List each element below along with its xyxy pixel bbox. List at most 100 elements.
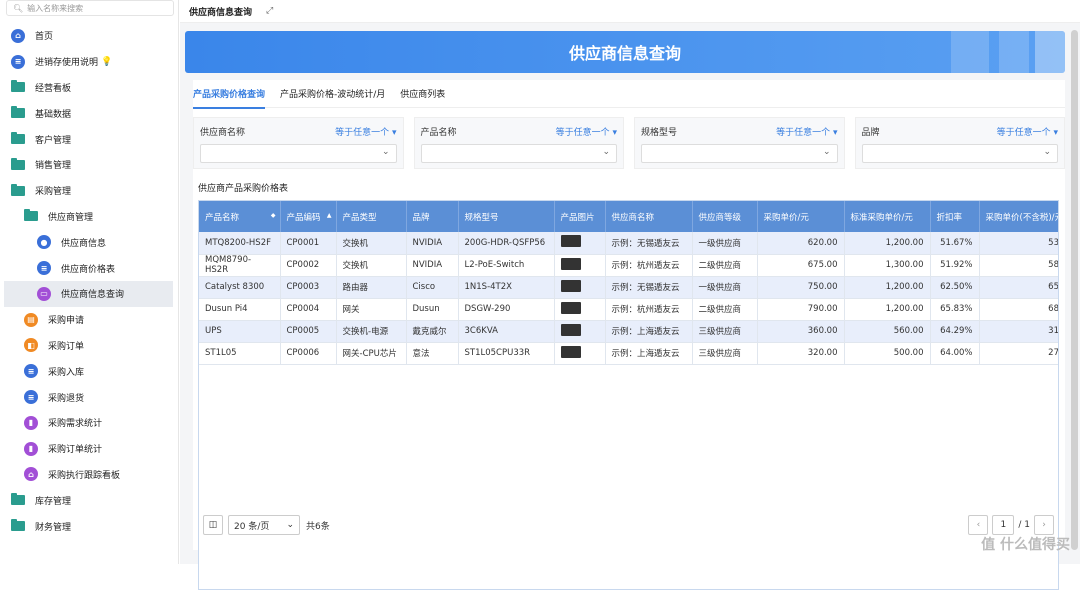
column-header-label: 采购单价/元 [763, 212, 809, 223]
filter-label: 供应商名称 [200, 128, 246, 138]
product-image-cell [554, 320, 606, 343]
table-row[interactable]: MQM8790-HS2R CP0002 交换机 NVIDIA L2-PoE-Switch… [199, 254, 1058, 277]
nav-item[interactable]: 客户管理 [0, 126, 179, 152]
sort-icon[interactable]: ▲ [327, 212, 332, 219]
sort-icon[interactable]: ◆ [271, 212, 276, 219]
table-cell: Dusun [406, 298, 459, 321]
next-page-button[interactable]: › [1034, 515, 1054, 535]
table-cell: 500.00 [844, 342, 931, 365]
table-row[interactable]: Catalyst 8300 CP0003 路由器 Cisco 1N1S-4T2X 示例：无… [199, 276, 1058, 299]
filter-operator[interactable]: 等于任意一个 ▾ [776, 125, 837, 138]
table-cell: 二级供应商 [692, 254, 758, 277]
table-cell: 交换机 [336, 254, 407, 277]
column-header[interactable]: 采购单价(不含税)/元 [979, 201, 1058, 232]
nav-item[interactable]: 财务管理 [0, 513, 179, 539]
column-header[interactable]: 采购单价/元 [757, 201, 845, 232]
table-cell: CP0005 [280, 320, 337, 343]
nav-item[interactable]: 供应商管理 [0, 204, 179, 230]
column-header[interactable]: 产品编码 ▲ [280, 201, 337, 232]
product-image[interactable] [560, 235, 581, 248]
column-header[interactable]: 产品名称 ◆ [199, 201, 281, 232]
column-header[interactable]: 品牌 [406, 201, 459, 232]
scrollbar[interactable] [1071, 30, 1078, 550]
chevron-down-icon: ⌄ [1043, 147, 1051, 157]
nav-item[interactable]: ● 供应商信息 [0, 229, 179, 255]
column-header[interactable]: 产品图片 [554, 201, 606, 232]
column-header[interactable]: 折扣率 [930, 201, 980, 232]
tab-1[interactable]: 产品采购价格-波动统计/月 [280, 80, 385, 108]
filter-select[interactable]: ⌄ [200, 144, 397, 163]
filter-select[interactable]: ⌄ [641, 144, 838, 163]
search-box[interactable]: 🔍︎ 输入名称来搜索 [6, 0, 174, 16]
table-cell: DSGW-290 [458, 298, 555, 321]
nav-item[interactable]: ≡ 采购退货 [0, 384, 179, 410]
nav-item[interactable]: 经营看板 [0, 75, 179, 101]
column-header-label: 产品名称 [205, 212, 240, 223]
table-row[interactable]: UPS CP0005 交换机-电源 戴克威尔 3C6KVA 示例：上海遁友云 三级供应商 36… [199, 320, 1058, 343]
filter-select[interactable]: ⌄ [861, 144, 1058, 163]
column-header-label: 品牌 [412, 212, 430, 223]
product-image[interactable] [560, 257, 581, 270]
table-cell: 62.50% [930, 276, 980, 299]
table-cell: 网关 [336, 298, 407, 321]
nav-label: 供应商价格表 [61, 264, 116, 275]
nav-item[interactable]: 库存管理 [0, 487, 179, 513]
column-header[interactable]: 规格型号 [458, 201, 555, 232]
nav-item[interactable]: 采购管理 [0, 178, 179, 204]
nav-item[interactable]: ▤ 采购申请 [0, 307, 179, 333]
product-image-cell [554, 254, 606, 277]
folder-icon [11, 132, 25, 146]
filter-bar: 供应商名称 等于任意一个 ▾ ⌄ 产品名称 等于任意一个 ▾ ⌄ 规格型号 等于任意一个 ▾ ⌄… [193, 117, 1065, 169]
nav-item[interactable]: ▮ 采购需求统计 [0, 410, 179, 436]
table-cell: 320.00 [757, 342, 845, 365]
product-image[interactable] [560, 323, 581, 336]
filter-operator[interactable]: 等于任意一个 ▾ [335, 125, 396, 138]
prev-page-button[interactable]: ‹ [968, 515, 989, 535]
table-row[interactable]: Dusun Pi4 CP0004 网关 Dusun DSGW-290 示例：杭州遁友云 二级… [199, 298, 1058, 321]
expand-icon[interactable]: ⤢ [266, 6, 273, 16]
product-image[interactable] [560, 279, 581, 292]
nav-item[interactable]: ▮ 采购订单统计 [0, 436, 179, 462]
table-cell: L2-PoE-Switch [458, 254, 555, 277]
nav-label: 供应商信息 [61, 238, 107, 249]
column-header[interactable]: 标准采购单价/元 [844, 201, 931, 232]
table-row[interactable]: MTQ8200-HS2F CP0001 交换机 NVIDIA 200G-HDR-QSFP… [199, 232, 1058, 255]
nav-label: 采购订单统计 [48, 445, 103, 456]
page-number-input[interactable]: 1 [992, 515, 1015, 535]
column-header[interactable]: 供应商等级 [692, 201, 758, 232]
nav-item[interactable]: ⌂ 采购执行跟踪看板 [0, 462, 179, 488]
column-header[interactable]: 产品类型 [336, 201, 407, 232]
nav-label: 采购入库 [48, 367, 85, 378]
nav-item[interactable]: 基础数据 [0, 100, 179, 126]
search-input[interactable]: 输入名称来搜索 [27, 3, 83, 14]
bar-chart-icon: ▮ [24, 415, 38, 430]
tab-0[interactable]: 产品采购价格查询 [193, 80, 266, 109]
nav-item[interactable]: 销售管理 [0, 152, 179, 178]
table-cell: 360.00 [757, 320, 845, 343]
nav-item[interactable]: ≡ 供应商价格表 [0, 255, 179, 281]
column-header-label: 折扣率 [936, 212, 963, 223]
nav-item[interactable]: ◧ 采购订单 [0, 333, 179, 359]
tab-2[interactable]: 供应商列表 [400, 80, 445, 108]
table-row[interactable]: ST1L05 CP0006 网关-CPU芯片 意法 ST1L05CPU33R 示例：上海遁… [199, 342, 1058, 365]
tab-title[interactable]: 供应商信息查询 [189, 5, 252, 18]
product-image[interactable] [560, 345, 581, 358]
nav-item[interactable]: ≡ 采购入库 [0, 358, 179, 384]
filter-operator[interactable]: 等于任意一个 ▾ [556, 125, 617, 138]
column-header-label: 供应商等级 [698, 212, 742, 223]
column-settings-icon[interactable]: ◫ [203, 515, 223, 535]
column-header-label: 产品类型 [342, 212, 377, 223]
page-size-select[interactable]: 20 条/页 ⌄ [228, 515, 300, 535]
product-image[interactable] [560, 301, 581, 314]
column-header[interactable]: 供应商名称 [605, 201, 693, 232]
table-cell: 示例：上海遁友云 [605, 320, 693, 343]
table-cell: CP0003 [280, 276, 337, 299]
nav-item[interactable]: ≡ 进销存使用说明 💡 [0, 49, 179, 75]
filter-select[interactable]: ⌄ [420, 144, 617, 163]
table-cell: 路由器 [336, 276, 407, 299]
nav-label: 采购退货 [48, 393, 85, 404]
nav-item[interactable]: ▭ 供应商信息查询 [4, 280, 173, 307]
filter-operator[interactable]: 等于任意一个 ▾ [997, 125, 1058, 138]
nav-item[interactable]: ⌂ 首页 [0, 23, 179, 49]
table-cell: 560.00 [844, 320, 931, 343]
